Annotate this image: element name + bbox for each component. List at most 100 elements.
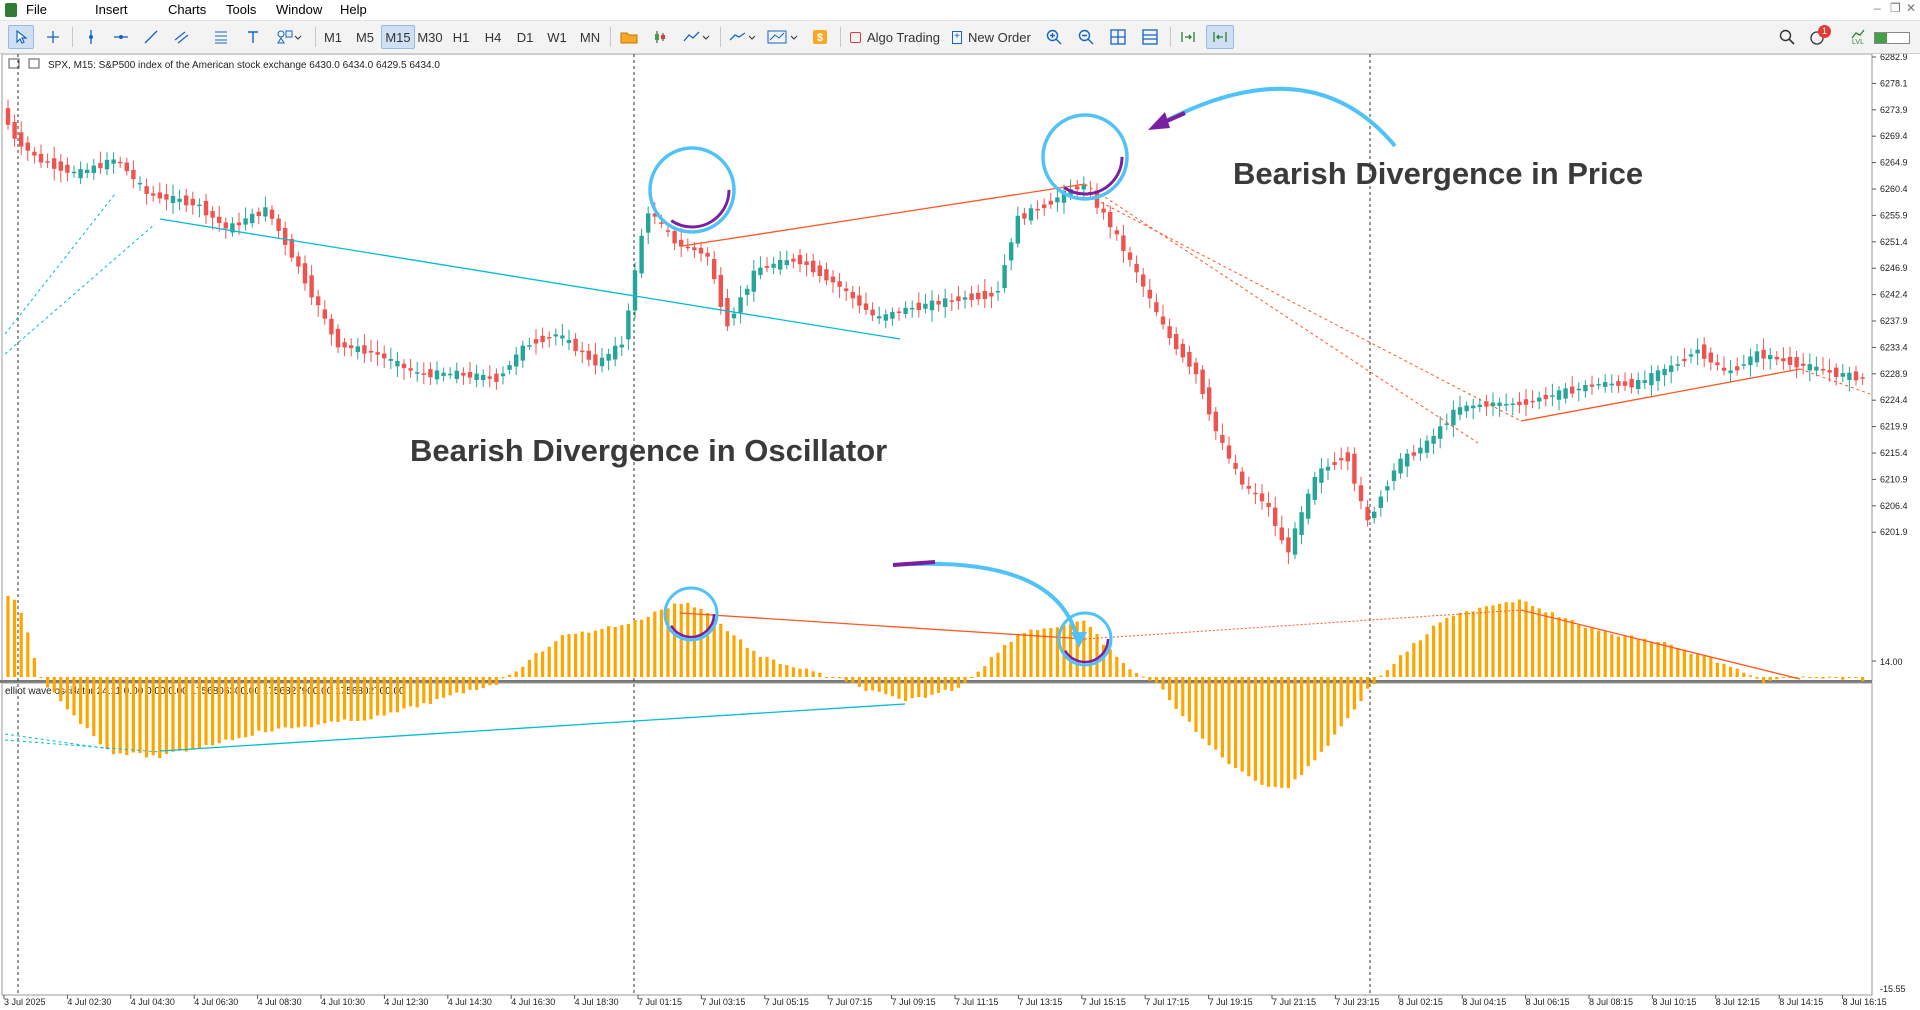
depth-of-market-button[interactable] [1138, 25, 1162, 49]
osc-bar [1847, 677, 1851, 678]
candle-body [1365, 506, 1370, 521]
chart-area[interactable]: SPX, M15: S&P500 index of the American s… [0, 52, 1920, 1007]
vertical-line-button[interactable] [80, 25, 102, 49]
timeframe-m30[interactable]: M30 [413, 25, 447, 49]
candle-body [78, 169, 83, 179]
candle-body [1741, 364, 1746, 366]
timeframe-mn[interactable]: MN [574, 25, 606, 49]
zoom-in-button[interactable] [1042, 25, 1066, 49]
timeframe-d1[interactable]: D1 [510, 25, 540, 49]
channel-button[interactable] [170, 25, 192, 49]
osc-bar [1379, 675, 1383, 677]
candle-body [415, 372, 420, 374]
osc-bar [1722, 663, 1726, 677]
osc-bar [428, 677, 432, 705]
candle-body [32, 151, 37, 156]
candle-body [745, 288, 750, 295]
candle-body [1101, 208, 1106, 213]
osc-bar [574, 633, 578, 677]
chart-style-button[interactable] [726, 25, 760, 49]
candle-body [1517, 401, 1522, 406]
menu-charts[interactable]: Charts [168, 2, 206, 17]
candle-body [1471, 405, 1476, 409]
osc-bar [1524, 601, 1528, 677]
menu-insert[interactable]: Insert [95, 2, 128, 17]
chart-canvas[interactable]: SPX, M15: S&P500 index of the American s… [0, 52, 1920, 1007]
osc-bar [1253, 677, 1257, 781]
time-axis-label: 8 Jul 08:15 [1589, 997, 1633, 1005]
candle-body [883, 314, 888, 321]
trendline-button[interactable] [140, 25, 162, 49]
candle-body [124, 162, 129, 172]
chart-shift-button[interactable] [1206, 25, 1234, 49]
osc-bar [838, 677, 842, 679]
osc-bar [52, 677, 56, 693]
cursor-tool-button[interactable] [8, 25, 34, 49]
line-chart-icon [683, 31, 710, 42]
templates-button[interactable] [764, 25, 802, 49]
price-axis-label: 6251.4 [1880, 237, 1908, 247]
osc-bar [1669, 644, 1673, 677]
candle-body [1847, 372, 1852, 381]
candle-body [302, 263, 308, 284]
osc-bar [1471, 611, 1475, 677]
timeframe-m1[interactable]: M1 [318, 25, 348, 49]
indicators-button[interactable] [648, 25, 674, 49]
menu-help[interactable]: Help [340, 2, 367, 17]
menu-tools[interactable]: Tools [226, 2, 256, 17]
menu-window[interactable]: Window [276, 2, 322, 17]
tile-windows-button[interactable] [1106, 25, 1130, 49]
time-axis-label: 7 Jul 11:15 [955, 997, 998, 1005]
search-button[interactable] [1776, 25, 1798, 49]
crosshair-tool-button[interactable] [40, 25, 66, 49]
candle-body [1398, 458, 1403, 474]
price-axis-label: 6273.9 [1880, 105, 1908, 115]
candle-body [329, 318, 334, 335]
algo-trading-button[interactable]: Algo Trading [846, 25, 944, 49]
osc-bar [1366, 677, 1370, 689]
price-axis-label: 6255.9 [1880, 210, 1908, 220]
osc-bar [151, 677, 155, 756]
timeframe-m15[interactable]: M15 [381, 25, 415, 49]
chart-type-button[interactable] [680, 25, 714, 49]
time-axis-label: 8 Jul 02:15 [1399, 997, 1443, 1005]
candle-body [1405, 453, 1410, 467]
osc-bar [1194, 677, 1198, 732]
candle-body [1240, 471, 1245, 485]
zoom-out-button[interactable] [1074, 25, 1098, 49]
osc-bar [158, 677, 162, 758]
candle-body [1200, 369, 1205, 395]
new-order-button[interactable]: + New Order [948, 25, 1036, 49]
close-icon[interactable]: ✕ [1906, 1, 1916, 15]
timeframe-w1[interactable]: W1 [542, 25, 572, 49]
osc-bar [534, 653, 538, 677]
candle-body [269, 209, 275, 219]
text-tool-button[interactable] [242, 25, 264, 49]
chart-shift-icon [1213, 32, 1227, 42]
menu-file[interactable]: File [26, 2, 47, 17]
shapes-button[interactable] [272, 25, 306, 49]
fibonacci-button[interactable] [210, 25, 232, 49]
profiles-button[interactable] [616, 25, 642, 49]
restore-icon[interactable]: ❐ [1890, 1, 1901, 15]
candle-body [1497, 402, 1502, 407]
osc-bar [851, 677, 855, 684]
signals-button[interactable]: LVL [1846, 25, 1870, 49]
osc-bar [435, 677, 439, 699]
minimize-icon[interactable]: – [1874, 1, 1881, 15]
timeframe-h4[interactable]: H4 [478, 25, 508, 49]
osc-bar [791, 667, 795, 677]
osc-bar [178, 677, 182, 751]
timeframe-m5[interactable]: M5 [350, 25, 380, 49]
osc-bar [1478, 607, 1482, 677]
candle-body [500, 373, 506, 377]
osc-bar [1273, 677, 1277, 787]
timeframe-h1[interactable]: H1 [446, 25, 476, 49]
market-button[interactable]: $ [808, 25, 832, 49]
horizontal-line-button[interactable] [110, 25, 132, 49]
osc-bar [32, 658, 36, 677]
candle-body [395, 360, 400, 367]
candle-body [632, 270, 638, 311]
zoom-in-icon [1046, 29, 1062, 45]
auto-scroll-button[interactable] [1176, 25, 1200, 49]
